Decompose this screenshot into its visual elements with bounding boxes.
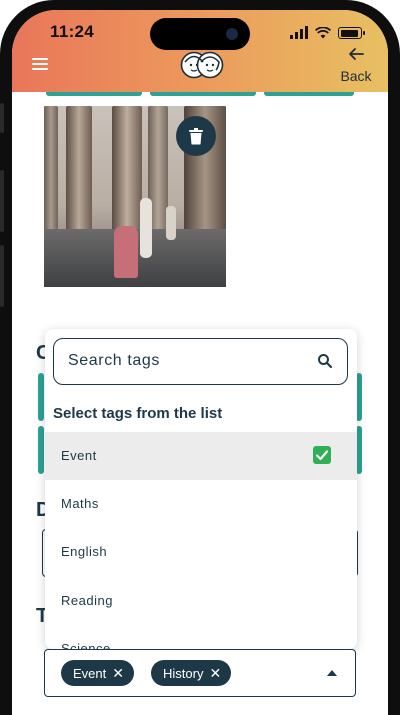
checkmark-icon [315, 450, 329, 461]
trash-icon [189, 127, 203, 144]
tag-chip-label: Event [73, 665, 107, 681]
delete-photo-button[interactable] [176, 116, 216, 156]
tag-option-label: English [61, 544, 108, 559]
status-icons [290, 25, 365, 39]
status-time: 11:24 [50, 22, 95, 41]
tag-option-label: Science [61, 641, 111, 649]
child-figure [114, 226, 138, 278]
app-header: 11:24 Back [12, 10, 388, 92]
dropdown-heading: Select tags from the list [53, 405, 223, 422]
tag-option-english[interactable]: English [45, 528, 357, 576]
checkbox-checked[interactable] [313, 446, 331, 464]
person-figure-2 [166, 206, 176, 240]
phone-volume-up-button [0, 170, 4, 232]
tag-option-label: Maths [61, 496, 99, 511]
dynamic-island [150, 18, 250, 50]
tag-chip-event[interactable]: Event ✕ [61, 660, 134, 686]
phone-mute-button [0, 103, 4, 133]
caret-up-icon[interactable] [327, 670, 337, 676]
tag-option-science[interactable]: Science [45, 625, 357, 649]
back-label: Back [340, 68, 372, 84]
option-button-3[interactable] [264, 92, 354, 96]
tag-option-label: Event [61, 448, 97, 463]
battery-icon [338, 27, 365, 39]
tag-option-event[interactable]: Event [45, 432, 357, 480]
option-button-2[interactable] [150, 92, 256, 96]
cellular-signal-icon [290, 25, 308, 39]
close-icon[interactable]: ✕ [209, 666, 221, 680]
person-figure [140, 198, 152, 258]
hamburger-menu-icon[interactable] [32, 58, 48, 70]
phone-frame: 11:24 Back C D T Search tags Select tags… [0, 0, 400, 715]
tag-chip-label: History [163, 665, 204, 681]
option-button-1[interactable] [46, 92, 142, 96]
app-logo [180, 51, 224, 79]
battery-level-fill [340, 29, 358, 37]
tag-dropdown: Select tags from the list Event Maths En… [45, 329, 357, 649]
phone-volume-down-button [0, 245, 4, 307]
tag-option-reading[interactable]: Reading [45, 577, 357, 625]
tag-option-label: Reading [61, 593, 113, 608]
back-button[interactable]: Back [336, 46, 376, 84]
close-icon[interactable]: ✕ [112, 666, 124, 680]
search-icon[interactable] [317, 353, 333, 369]
app-screen: 11:24 Back C D T Search tags Select tags… [12, 10, 388, 715]
tag-chip-history[interactable]: History ✕ [151, 660, 232, 686]
tag-search-input[interactable] [68, 349, 298, 373]
tag-option-maths[interactable]: Maths [45, 480, 357, 528]
tag-search-box[interactable] [53, 338, 348, 385]
status-bar: 11:24 [12, 18, 388, 50]
arrow-left-icon [336, 46, 376, 66]
wifi-icon [315, 27, 331, 39]
front-camera-icon [226, 28, 238, 40]
tags-select-field[interactable]: Event ✕ History ✕ [44, 649, 356, 697]
